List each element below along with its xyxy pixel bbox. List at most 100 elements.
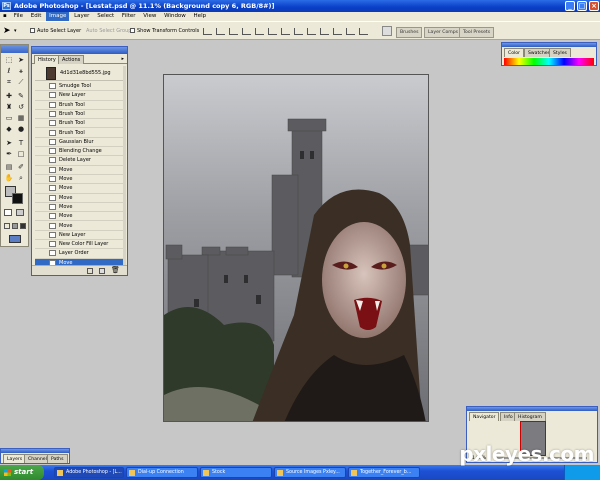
minimize-button[interactable]: _ <box>565 1 575 11</box>
history-panel-titlebar[interactable] <box>32 47 127 54</box>
menu-view[interactable]: View <box>140 12 159 21</box>
tab-navigator[interactable]: Navigator <box>469 412 500 421</box>
screen-mode-full-icon[interactable] <box>20 223 26 229</box>
align-buttons[interactable] <box>203 28 368 35</box>
jump-to-imageready-icon[interactable] <box>9 235 21 243</box>
menu-help[interactable]: Help <box>191 12 210 21</box>
quick-mask-mode-icon[interactable] <box>16 209 24 216</box>
history-row[interactable]: New Layer <box>35 231 125 241</box>
history-row[interactable]: Gaussian Blur <box>35 138 125 148</box>
history-row[interactable]: Move <box>35 175 125 185</box>
history-brush-tool-icon[interactable]: ↺ <box>16 103 26 112</box>
menu-window[interactable]: Window <box>161 12 189 21</box>
toolbox-titlebar[interactable] <box>1 45 28 53</box>
standard-mode-icon[interactable] <box>4 209 12 216</box>
tab-histogram[interactable]: Histogram <box>514 412 546 421</box>
start-button[interactable]: start <box>0 465 44 480</box>
snapshot-label: 4d1d31e8bd555.jpg <box>60 70 111 76</box>
history-row[interactable]: Blending Change <box>35 147 125 157</box>
taskbar-item-dialup[interactable]: Dial-up Connection <box>126 467 198 478</box>
blur-tool-icon[interactable]: ◆ <box>4 125 14 134</box>
menu-edit[interactable]: Edit <box>28 12 45 21</box>
magic-wand-tool-icon[interactable]: ⚹ <box>16 67 26 76</box>
path-selection-tool-icon[interactable]: ➤ <box>4 139 14 148</box>
slice-tool-icon[interactable]: ⟋ <box>16 78 26 87</box>
history-row-label: Smudge Tool <box>59 83 91 89</box>
tab-paths[interactable]: Paths <box>47 454 68 463</box>
document-canvas[interactable] <box>163 74 429 422</box>
history-row[interactable]: Brush Tool <box>35 101 125 110</box>
history-row[interactable]: Move <box>35 212 125 222</box>
history-row[interactable]: New Layer <box>35 91 125 101</box>
move-tool-icon[interactable]: ➤ <box>16 56 26 65</box>
delete-state-icon[interactable]: 🗑 <box>111 267 120 274</box>
history-state-icon <box>49 213 56 220</box>
new-snapshot-icon[interactable] <box>99 268 105 274</box>
history-row[interactable]: Brush Tool <box>35 119 125 129</box>
history-row[interactable]: Move <box>35 222 125 231</box>
history-row[interactable]: Layer Order <box>35 249 125 259</box>
history-row-label: Move <box>59 222 73 229</box>
taskbar-item-stock[interactable]: Stock <box>200 467 272 478</box>
history-row[interactable]: Move <box>35 194 125 203</box>
taskbar-item-together-forever[interactable]: Together_Forever_b... <box>348 467 420 478</box>
well-tab-brushes[interactable]: Brushes <box>396 27 423 38</box>
tab-history[interactable]: History <box>34 55 60 64</box>
hand-tool-icon[interactable]: ✋ <box>4 174 14 183</box>
well-tab-layer-comps[interactable]: Layer Comps <box>424 27 463 38</box>
history-row[interactable]: Smudge Tool <box>35 82 125 92</box>
well-tab-tool-presets[interactable]: Tool Presets <box>459 27 495 38</box>
type-tool-icon[interactable]: T <box>16 139 26 148</box>
navigator-panel-tabs: Navigator Info Histogram <box>467 411 597 421</box>
eyedropper-tool-icon[interactable]: ✐ <box>16 163 26 172</box>
menu-image[interactable]: Image <box>46 12 70 21</box>
history-row[interactable]: New Color Fill Layer <box>35 240 125 250</box>
folder-task-icon <box>277 470 283 476</box>
marquee-tool-icon[interactable]: ⬚ <box>4 56 14 65</box>
notes-tool-icon[interactable]: ▤ <box>4 163 14 172</box>
history-row[interactable]: Brush Tool <box>35 129 125 138</box>
zoom-tool-icon[interactable]: ⌕ <box>16 174 26 183</box>
color-spectrum-bar[interactable] <box>504 58 594 65</box>
taskbar-item-photoshop[interactable]: Adobe Photoshop - [L... <box>54 467 124 478</box>
file-browser-icon[interactable] <box>382 26 392 36</box>
menu-file[interactable]: File <box>11 12 26 21</box>
history-row[interactable]: Move <box>35 166 125 175</box>
history-row[interactable]: Delete Layer <box>35 156 125 166</box>
pen-tool-icon[interactable]: ✒ <box>4 150 14 159</box>
history-row[interactable]: Move <box>35 203 125 213</box>
close-button[interactable]: × <box>589 1 599 11</box>
new-document-from-state-icon[interactable] <box>87 268 93 274</box>
eraser-tool-icon[interactable]: ▭ <box>4 114 14 123</box>
system-tray[interactable] <box>564 465 600 480</box>
tool-preset-dropdown-icon[interactable]: ▾ <box>14 28 17 34</box>
tab-layers[interactable]: Layers <box>3 454 27 463</box>
tab-actions[interactable]: Actions <box>58 55 85 64</box>
tab-color[interactable]: Color <box>504 48 524 57</box>
crop-tool-icon[interactable]: ⌗ <box>4 78 14 87</box>
dodge-tool-icon[interactable]: ● <box>16 125 26 134</box>
menu-select[interactable]: Select <box>94 12 117 21</box>
clone-stamp-tool-icon[interactable]: ♜ <box>4 103 14 112</box>
maximize-button[interactable]: □ <box>577 1 587 11</box>
history-row[interactable]: Move <box>35 184 125 194</box>
history-row[interactable]: Brush Tool <box>35 110 125 120</box>
gradient-tool-icon[interactable]: ▦ <box>16 114 26 123</box>
taskbar-item-source-images[interactable]: Source Images Pxley... <box>274 467 346 478</box>
screen-mode-standard-icon[interactable] <box>4 223 10 229</box>
panel-menu-icon[interactable]: ▸ <box>121 56 124 62</box>
show-transform-controls-checkbox[interactable]: Show Transform Controls <box>130 28 199 34</box>
auto-select-layer-checkbox[interactable]: Auto Select Layer <box>30 28 81 34</box>
lasso-tool-icon[interactable]: ℓ <box>4 67 14 76</box>
brush-tool-icon[interactable]: ✎ <box>16 92 26 101</box>
menu-layer[interactable]: Layer <box>71 12 92 21</box>
shape-tool-icon[interactable]: □ <box>16 150 26 159</box>
history-snapshot[interactable]: 4d1d31e8bd555.jpg <box>35 66 125 81</box>
move-tool-icon[interactable]: ➤ <box>3 26 11 36</box>
history-scrollbar[interactable] <box>123 66 126 266</box>
healing-brush-tool-icon[interactable]: ✚ <box>4 92 14 101</box>
background-color-swatch[interactable] <box>12 193 23 204</box>
screen-mode-full-menu-icon[interactable] <box>12 223 18 229</box>
tab-styles[interactable]: Styles <box>549 48 571 57</box>
menu-filter[interactable]: Filter <box>119 12 139 21</box>
